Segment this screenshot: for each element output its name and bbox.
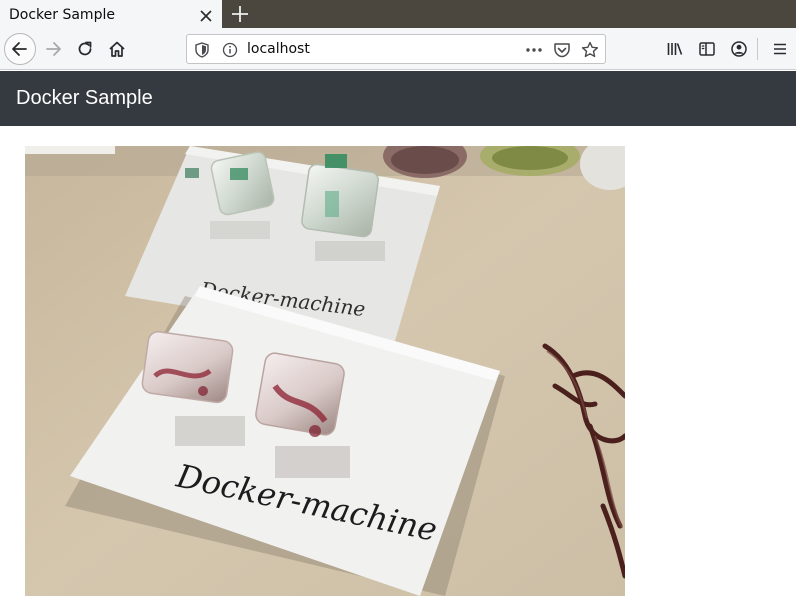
site-title[interactable]: Docker Sample <box>16 87 153 110</box>
library-button[interactable] <box>660 34 690 64</box>
library-icon <box>667 43 683 55</box>
shield-icon[interactable] <box>193 41 211 59</box>
home-button[interactable] <box>102 34 132 64</box>
navigation-toolbar: localhost <box>0 28 796 70</box>
arrow-right-icon <box>46 42 61 56</box>
forward-button[interactable] <box>38 34 68 64</box>
tab-docker-sample[interactable]: Docker Sample <box>0 0 222 28</box>
back-button[interactable] <box>4 33 36 65</box>
account-button[interactable] <box>724 34 754 64</box>
tab-title: Docker Sample <box>9 7 115 23</box>
site-header-navbar: Docker Sample <box>0 71 796 126</box>
arrow-left-icon <box>12 42 27 56</box>
info-icon[interactable] <box>221 41 239 59</box>
more-dots-icon[interactable] <box>525 41 543 59</box>
home-icon <box>109 41 125 57</box>
reload-icon <box>78 41 92 56</box>
tab-close-icon[interactable] <box>196 7 216 25</box>
url-text: localhost <box>247 41 310 57</box>
sidebar-icon <box>699 42 715 56</box>
sidebar-button[interactable] <box>692 34 722 64</box>
menu-button[interactable] <box>765 34 795 64</box>
new-tab-plus-icon[interactable] <box>229 3 251 25</box>
reload-button[interactable] <box>70 34 100 64</box>
tab-strip: Docker Sample <box>0 0 796 28</box>
product-photo: Docker-machine Docker-machine <box>25 146 625 596</box>
hamburger-menu-icon <box>774 43 786 55</box>
account-icon <box>731 41 747 57</box>
pocket-icon[interactable] <box>553 41 571 59</box>
address-bar[interactable]: localhost <box>186 34 606 64</box>
star-icon[interactable] <box>581 41 599 59</box>
toolbar-divider <box>757 38 758 60</box>
